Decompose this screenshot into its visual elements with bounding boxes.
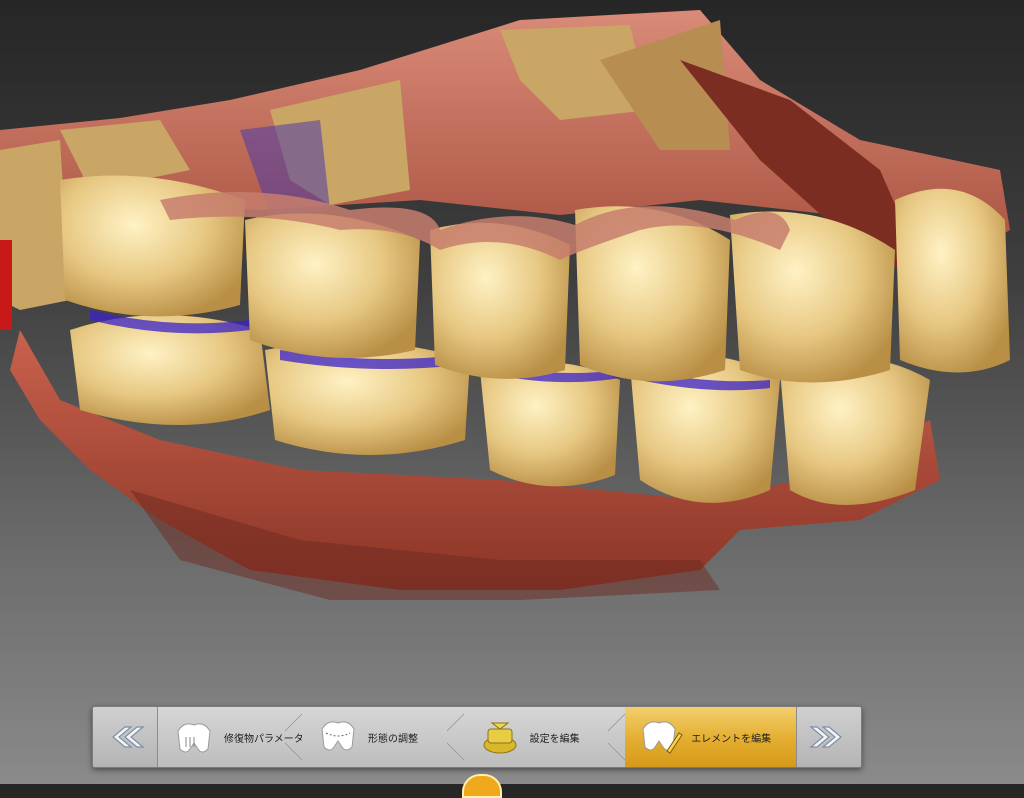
step-label: 設定を編集 xyxy=(529,733,580,745)
bottom-indicator[interactable] xyxy=(462,774,502,798)
left-edge xyxy=(0,240,12,330)
double-chevron-left-icon xyxy=(112,726,145,748)
next-step-button[interactable] xyxy=(796,707,861,767)
step-shape-adjust[interactable]: 形態の調整 xyxy=(302,707,465,767)
previous-step-button[interactable] xyxy=(93,707,158,767)
step-restoration-parameters[interactable]: 修復物パラメーター xyxy=(158,707,314,767)
step-label: 形態の調整 xyxy=(368,733,418,745)
workflow-bar: 修復物パラメーター 形態の調整 設定を編集 エレメントを編集 xyxy=(92,706,862,768)
step-label: 修復物パラメーター xyxy=(224,733,314,745)
step-edit-elements[interactable]: エレメントを編集 xyxy=(625,707,796,767)
gold-settings-icon xyxy=(483,722,517,754)
3d-scan-viewport[interactable] xyxy=(0,0,1024,784)
dental-arch-scan-icon xyxy=(0,10,1010,600)
crown-parameters-icon xyxy=(177,723,211,753)
crown-shape-adjust-icon xyxy=(321,721,355,751)
step-edit-settings[interactable]: 設定を編集 xyxy=(463,707,626,767)
step-label: エレメントを編集 xyxy=(691,733,772,745)
crown-edit-pencil-icon xyxy=(642,721,683,754)
double-chevron-right-icon xyxy=(809,726,842,748)
